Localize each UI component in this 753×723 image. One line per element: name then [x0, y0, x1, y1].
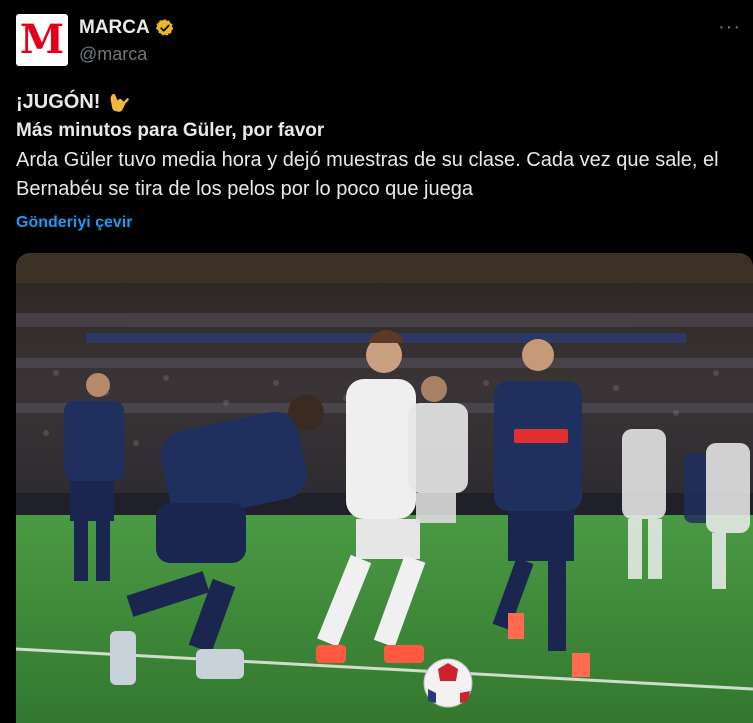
post-body: ¡JUGÓN! Más minutos para Güler, por favo…: [16, 88, 738, 204]
account-handle[interactable]: @marca: [79, 44, 147, 65]
display-name[interactable]: MARCA: [79, 17, 150, 39]
more-options-icon[interactable]: ···: [718, 16, 741, 39]
post-text: Arda Güler tuvo media hora y dejó muestr…: [16, 149, 719, 200]
post-header: M MARCA @marca ···: [16, 14, 741, 68]
football-match-photo: [16, 253, 753, 723]
call-me-hand-icon: [110, 93, 130, 112]
post-headline-row: ¡JUGÓN!: [16, 88, 738, 116]
translate-post-link[interactable]: Gönderiyi çevir: [16, 214, 133, 232]
avatar[interactable]: M: [16, 14, 68, 66]
football: [423, 658, 473, 708]
avatar-logo: M: [19, 16, 65, 63]
post-media-photo[interactable]: [16, 253, 753, 723]
name-row: MARCA: [79, 17, 175, 39]
post-headline: ¡JUGÓN!: [16, 91, 101, 113]
verified-badge-icon: [155, 19, 174, 36]
post-subheadline: Más minutos para Güler, por favor: [16, 120, 325, 141]
